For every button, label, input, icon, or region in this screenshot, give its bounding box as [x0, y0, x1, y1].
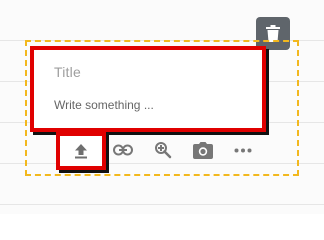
- note-editor: Title Write something ...: [30, 46, 266, 132]
- search-icon: [155, 142, 172, 159]
- camera-button[interactable]: [190, 138, 216, 162]
- more-options-button[interactable]: [230, 138, 256, 162]
- title-input[interactable]: Title: [54, 64, 81, 80]
- search-button[interactable]: [150, 138, 176, 162]
- body-input[interactable]: Write something ...: [54, 98, 154, 112]
- camera-icon: [193, 141, 213, 159]
- upload-icon: [75, 144, 87, 159]
- more-icon: [234, 148, 252, 152]
- link-button[interactable]: [110, 138, 136, 162]
- link-icon: [113, 144, 133, 156]
- divider-line: [0, 204, 324, 205]
- upload-button[interactable]: [56, 132, 106, 170]
